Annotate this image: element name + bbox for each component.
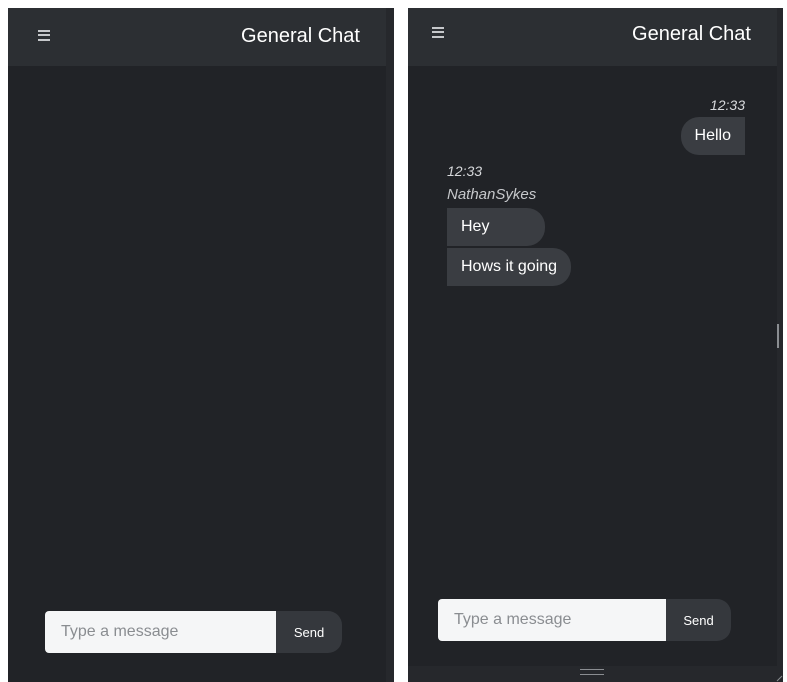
message-input[interactable] (438, 599, 666, 641)
chat-window-empty: General Chat Send (8, 8, 394, 682)
scrollbar[interactable] (386, 8, 394, 682)
message-bubble-own: Hello (680, 117, 745, 155)
chat-header: General Chat (408, 8, 777, 66)
chat-title: General Chat (241, 25, 360, 47)
message-bubble-incoming: Hows it going (447, 248, 572, 286)
chat-title: General Chat (632, 23, 751, 45)
grip-icon[interactable] (580, 669, 604, 675)
chat-window-active: General Chat 12:33 Hello 12:33 NathanSyk… (408, 8, 783, 682)
message-sender: NathanSykes (447, 186, 537, 203)
message-input[interactable] (45, 611, 276, 653)
hamburger-menu-icon[interactable] (38, 30, 50, 41)
hamburger-menu-icon[interactable] (432, 27, 444, 38)
send-button[interactable]: Send (276, 611, 342, 653)
message-timestamp: 12:33 (709, 97, 745, 113)
resize-corner-icon[interactable] (776, 675, 783, 682)
message-bubble-incoming: Hey (447, 208, 545, 246)
message-composer: Send (438, 599, 731, 641)
scrollbar-thumb[interactable] (777, 324, 779, 348)
message-composer: Send (45, 611, 342, 653)
chat-header: General Chat (8, 8, 386, 66)
horizontal-scrollbar[interactable] (408, 666, 777, 682)
send-button[interactable]: Send (666, 599, 731, 641)
message-timestamp: 12:33 (447, 163, 483, 179)
